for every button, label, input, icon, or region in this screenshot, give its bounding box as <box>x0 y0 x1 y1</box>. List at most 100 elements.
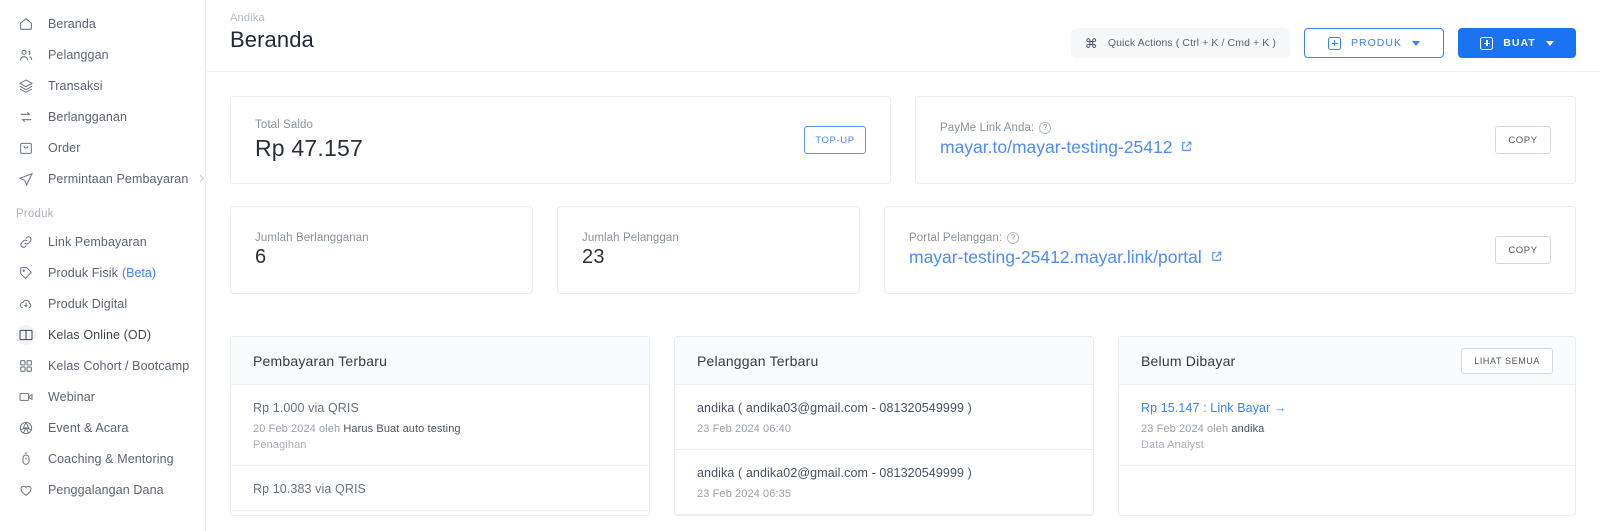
customer-name: andika ( andika03@gmail.com - 0813205499… <box>697 401 972 415</box>
sidebar-item-kelas-online[interactable]: Kelas Online (OD) <box>0 319 205 350</box>
chevron-down-icon <box>1411 40 1420 46</box>
payment-extra: Penagihan <box>253 439 307 451</box>
payment-author: Harus Buat auto testing <box>343 423 461 435</box>
jumlah-pelanggan-label: Jumlah Pelanggan <box>582 231 679 244</box>
total-saldo-card: Total Saldo Rp 47.157 TOP-UP <box>230 96 891 184</box>
sidebar-item-label: Penggalangan Dana <box>48 482 164 497</box>
top-up-button[interactable]: TOP-UP <box>804 126 866 154</box>
produk-button-label: PRODUK <box>1351 37 1402 49</box>
breadcrumb: Andika <box>230 12 265 24</box>
pembayaran-terbaru-panel: Pembayaran Terbaru Rp 1.000 via QRIS 20 … <box>230 336 650 516</box>
plus-square-icon <box>1480 36 1494 50</box>
jumlah-berlangganan-text: Jumlah Berlangganan 6 <box>255 232 369 269</box>
tag-icon <box>16 263 36 283</box>
sidebar-item-label: Transaksi <box>48 78 103 93</box>
buat-button-label: BUAT <box>1503 37 1536 49</box>
sidebar-item-label: Beranda <box>48 16 96 31</box>
plus-square-icon <box>1328 36 1342 50</box>
total-saldo-value: Rp 47.157 <box>255 134 363 161</box>
external-link-icon <box>1210 247 1223 268</box>
sidebar-item-label: Pelanggan <box>48 47 109 62</box>
sidebar-item-berlangganan[interactable]: Berlangganan <box>0 101 205 132</box>
grid-icon <box>16 356 36 376</box>
copy-portal-button[interactable]: COPY <box>1495 236 1551 264</box>
produk-button[interactable]: PRODUK <box>1304 28 1444 58</box>
bag-icon <box>16 138 36 158</box>
panel-title: Belum Dibayar <box>1141 352 1236 369</box>
sidebar-item-link-pembayaran[interactable]: Link Pembayaran <box>0 226 205 257</box>
jumlah-berlangganan-label: Jumlah Berlangganan <box>255 231 369 244</box>
sidebar-item-label: Webinar <box>48 389 96 404</box>
ticket-icon <box>16 418 36 438</box>
panel-title: Pembayaran Terbaru <box>253 352 388 369</box>
sidebar-item-penggalangan-dana[interactable]: Penggalangan Dana <box>0 474 205 505</box>
list-item[interactable]: Rp 10.383 via QRIS <box>231 466 649 511</box>
home-icon <box>16 14 36 34</box>
jumlah-pelanggan-text: Jumlah Pelanggan 23 <box>582 232 679 269</box>
list-item[interactable]: Rp 15.147 : Link Bayar → 23 Feb 2024 ole… <box>1119 385 1575 466</box>
payme-link-url: mayar.to/mayar-testing-25412 <box>940 137 1173 157</box>
sidebar-item-label: Coaching & Mentoring <box>48 451 174 466</box>
portal-pelanggan-card: Portal Pelanggan: ? mayar-testing-25412.… <box>884 206 1576 294</box>
page-heading-group: Andika Beranda <box>230 12 314 53</box>
help-circle-icon[interactable]: ? <box>1007 232 1020 244</box>
help-circle-icon[interactable]: ? <box>1039 122 1052 134</box>
portal-pelanggan-label-text: Portal Pelanggan: <box>909 232 1003 244</box>
dashboard-content: Total Saldo Rp 47.157 TOP-UP PayMe Link … <box>206 72 1600 516</box>
jumlah-berlangganan-value: 6 <box>255 245 267 268</box>
unpaid-author: andika <box>1231 423 1265 435</box>
list-item[interactable]: andika ( andika02@gmail.com - 0813205499… <box>675 450 1093 515</box>
sidebar-item-transaksi[interactable]: Transaksi <box>0 70 205 101</box>
sidebar-item-label: Produk Fisik <box>48 265 118 280</box>
command-key-icon: ⌘ <box>1084 35 1098 51</box>
customer-name: andika ( andika02@gmail.com - 0813205499… <box>697 466 972 480</box>
sidebar-item-kelas-cohort[interactable]: Kelas Cohort / Bootcamp <box>0 350 205 381</box>
sidebar-item-produk-digital[interactable]: Produk Digital <box>0 288 205 319</box>
belum-dibayar-panel: Belum Dibayar LIHAT SEMUA Rp 15.147 : Li… <box>1118 336 1576 516</box>
unpaid-extra: Data Analyst <box>1141 439 1204 451</box>
list-item[interactable]: andika ( andika03@gmail.com - 0813205499… <box>675 385 1093 450</box>
sidebar-item-label: Berlangganan <box>48 109 128 124</box>
total-saldo-text: Total Saldo Rp 47.157 <box>255 119 363 162</box>
panels-row: Pembayaran Terbaru Rp 1.000 via QRIS 20 … <box>230 336 1576 516</box>
sidebar: Beranda Pelanggan Transaksi Berlangganan <box>0 0 206 531</box>
topbar-actions: ⌘ Quick Actions ( Ctrl + K / Cmd + K ) P… <box>1070 28 1576 58</box>
payme-link-value[interactable]: mayar.to/mayar-testing-25412 <box>940 137 1193 158</box>
video-icon <box>16 387 36 407</box>
unpaid-link[interactable]: Rp 15.147 : Link Bayar → <box>1141 401 1553 415</box>
sidebar-item-produk-fisik[interactable]: Produk Fisik (Beta) <box>0 257 205 288</box>
sidebar-item-coaching-mentoring[interactable]: Coaching & Mentoring <box>0 443 205 474</box>
payment-amount: Rp 1.000 via QRIS <box>253 401 359 415</box>
jumlah-pelanggan-card: Jumlah Pelanggan 23 <box>557 206 860 294</box>
total-saldo-label: Total Saldo <box>255 118 313 131</box>
portal-pelanggan-value[interactable]: mayar-testing-25412.mayar.link/portal <box>909 247 1223 268</box>
sidebar-item-label: Link Pembayaran <box>48 234 147 249</box>
sidebar-item-event-acara[interactable]: Event & Acara <box>0 412 205 443</box>
sidebar-section-produk: Produk <box>16 208 54 220</box>
sidebar-item-order[interactable]: Order <box>0 132 205 163</box>
portal-pelanggan-label: Portal Pelanggan: ? <box>909 232 1223 244</box>
sidebar-item-label: Permintaan Pembayaran <box>48 171 189 186</box>
sidebar-item-pelanggan[interactable]: Pelanggan <box>0 39 205 70</box>
pembayaran-terbaru-header: Pembayaran Terbaru <box>231 337 649 385</box>
users-icon <box>16 45 36 65</box>
payment-meta: 20 Feb 2024 oleh Harus Buat auto testing <box>253 423 627 435</box>
beta-badge: (Beta) <box>121 265 157 280</box>
buat-button[interactable]: BUAT <box>1458 28 1576 58</box>
sidebar-item-beranda[interactable]: Beranda <box>0 8 205 39</box>
jumlah-pelanggan-value: 23 <box>582 245 605 268</box>
heart-icon <box>16 480 36 500</box>
chevron-right-icon <box>196 173 205 184</box>
list-item[interactable]: Rp 1.000 via QRIS 20 Feb 2024 oleh Harus… <box>231 385 649 466</box>
unpaid-meta: 23 Feb 2024 oleh andika <box>1141 423 1553 435</box>
sidebar-item-webinar[interactable]: Webinar <box>0 381 205 412</box>
sidebar-item-permintaan-pembayaran[interactable]: Permintaan Pembayaran <box>0 163 205 194</box>
layers-icon <box>16 76 36 96</box>
summary-row-1: Total Saldo Rp 47.157 TOP-UP PayMe Link … <box>230 96 1576 184</box>
unpaid-date: 23 Feb 2024 oleh <box>1141 423 1232 435</box>
lihat-semua-button[interactable]: LIHAT SEMUA <box>1461 347 1553 374</box>
main-area: Andika Beranda ⌘ Quick Actions ( Ctrl + … <box>206 0 1600 531</box>
quick-actions-button[interactable]: ⌘ Quick Actions ( Ctrl + K / Cmd + K ) <box>1070 28 1290 58</box>
customer-date: 23 Feb 2024 06:35 <box>697 488 792 500</box>
copy-payme-button[interactable]: COPY <box>1495 126 1551 154</box>
